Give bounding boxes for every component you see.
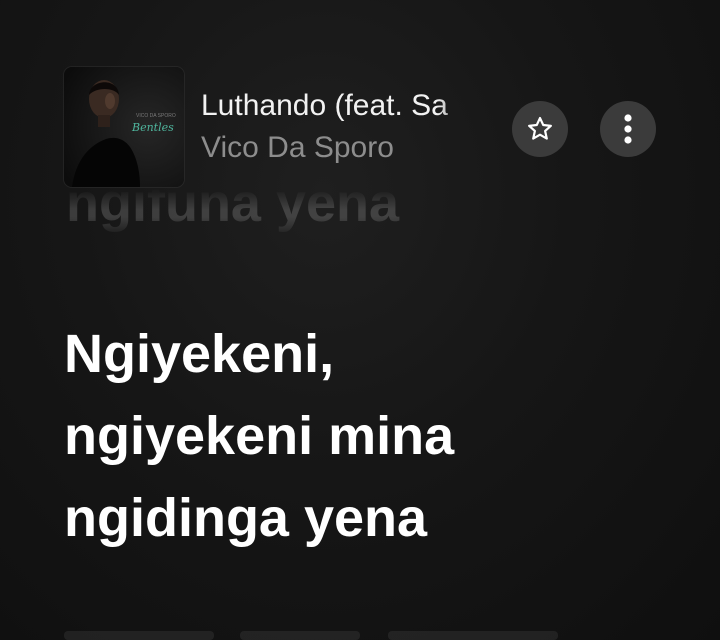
next-lyric-fragment [240, 631, 360, 640]
lyric-line-previous: ngifuna yena [66, 173, 400, 233]
svg-text:VICO DA SPORO: VICO DA SPORO [136, 113, 176, 119]
next-lyric-fragment [388, 631, 558, 640]
more-vertical-icon [624, 114, 632, 144]
next-lyric-fragment [64, 631, 214, 640]
svg-text:Bentles: Bentles [131, 121, 174, 134]
lyric-line-next-placeholder [64, 615, 664, 640]
lyric-line: ngidinga yena [64, 488, 428, 548]
more-options-button[interactable] [600, 101, 656, 157]
favorite-button[interactable] [512, 101, 568, 157]
track-title: Luthando (feat. Sa [201, 89, 448, 122]
lyrics-screen: VICO DA SPORO Bentles Luthando (feat. Sa… [0, 0, 720, 640]
star-icon [528, 116, 552, 140]
track-artist: Vico Da Sporo [201, 131, 394, 164]
lyric-line: ngiyekeni mina [64, 406, 455, 466]
current-lyric-block: Ngiyekeni, ngiyekeni mina ngidinga yena [64, 313, 664, 559]
lyric-line: Ngiyekeni, [64, 324, 335, 384]
track-info[interactable]: Luthando (feat. Sa Vico Da Sporo [201, 86, 479, 168]
